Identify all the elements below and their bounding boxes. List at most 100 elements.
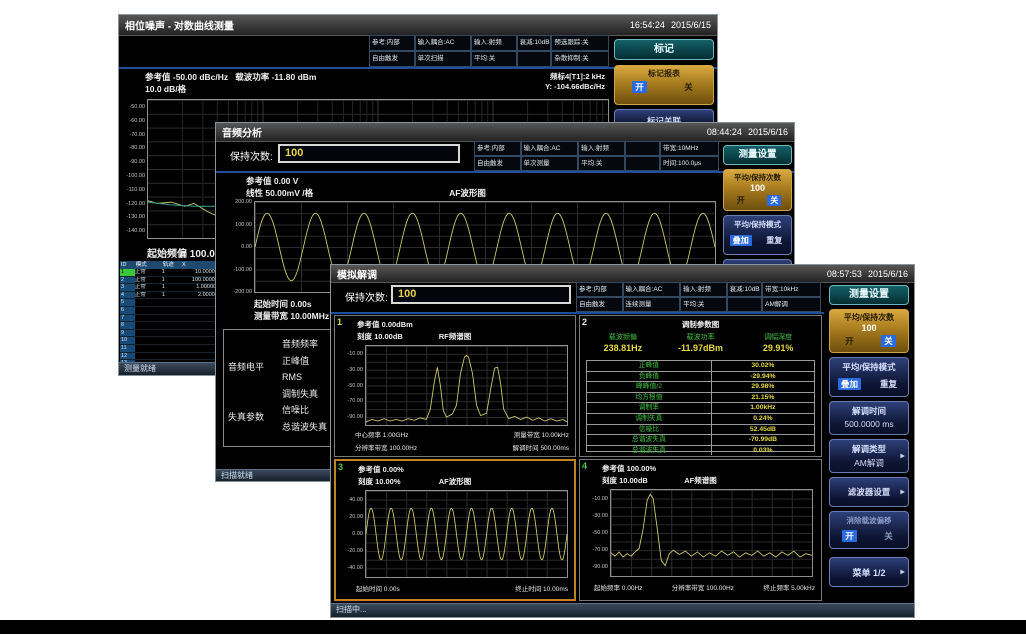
menu-header-measure-setup[interactable]: 测量设置 — [829, 285, 909, 305]
marker-row-cell — [135, 330, 162, 337]
status-cell: 参考:内部 — [369, 35, 415, 51]
menu-header-label: 测量设置 — [830, 286, 908, 304]
param-row-cell: -70.99dB — [712, 435, 814, 445]
marker-row-cell: 10 — [120, 337, 135, 344]
marker-row-cell: 正常 — [135, 269, 162, 276]
status-cell: 参考:内部 — [576, 282, 623, 297]
y-tick-label: 40.00 — [349, 497, 363, 503]
param-row: 调制失真0.24% — [587, 413, 814, 424]
param-row-cell: 信噪比 — [587, 425, 712, 435]
y-tick-label: -120.00 — [126, 201, 145, 207]
menu-header-marker[interactable]: 标记 — [614, 39, 714, 60]
result-item: 音频频率 — [282, 336, 327, 353]
titlebar-demod[interactable]: 模拟解调 08:57:532015/6/16 — [331, 265, 914, 283]
button-label: 滤波器设置 — [830, 478, 908, 498]
panel-number: 1 — [337, 317, 342, 327]
filter-settings-button[interactable]: 滤波器设置 ▶ — [829, 477, 909, 507]
mode-overlay[interactable]: 叠加 — [838, 378, 861, 390]
status-cell: 输入耦合:AC — [415, 35, 471, 51]
toggle-on[interactable]: 开 — [842, 335, 857, 347]
hold-count-label: 保持次数: — [230, 148, 273, 163]
param-row-cell: 0.03% — [712, 446, 814, 456]
y-tick-label: -130.00 — [126, 214, 145, 220]
marker-row-cell — [135, 345, 162, 352]
y-tick-label: -60.00 — [129, 118, 145, 124]
y-tick-label: -70.00 — [592, 547, 608, 553]
titlebar-audio[interactable]: 音频分析 08:44:242015/6/16 — [216, 123, 794, 142]
panel-rf-spectrum[interactable]: 1 参考值 0.00dBm 刻度 10.00dB RF频谱图 -10.00-30… — [334, 315, 576, 457]
titlebar-phase-noise[interactable]: 相位噪声 - 对数曲线测量 16:54:242015/6/15 — [119, 15, 717, 36]
reference-readout: 参考值 0.00% — [358, 464, 404, 475]
summary-col-cell: -11.97dBm — [662, 342, 740, 353]
avg-hold-mode-button[interactable]: 平均/保持模式 叠加重复 — [829, 357, 909, 397]
status-cell: 带宽:10kHz — [762, 282, 821, 297]
carrier-power-readout: 载波功率 -11.80 dBm — [235, 72, 316, 82]
param-row: 总谐波失真-70.99dB — [587, 434, 814, 445]
marker-row-cell — [135, 322, 162, 329]
param-row: 均方根值21.15% — [587, 392, 814, 403]
toggle-off[interactable]: 关 — [881, 530, 896, 542]
param-row-cell: 峰峰值/2 — [587, 382, 712, 392]
hold-count-input[interactable]: 100 — [391, 285, 571, 304]
status-cell: 平均:关 — [471, 51, 517, 67]
date-text: 2015/6/16 — [748, 127, 788, 137]
result-item: 调制失真 — [282, 386, 327, 403]
mode-repeat[interactable]: 重复 — [763, 235, 785, 246]
carrier-offset-button[interactable]: 消除载波偏移 开关 — [829, 511, 909, 549]
window-title: 模拟解调 — [337, 266, 377, 281]
menu-page-button[interactable]: 菜单 1/2 ▶ — [829, 557, 909, 587]
toggle-off[interactable]: 关 — [681, 81, 696, 93]
date-text: 2015/6/15 — [671, 20, 711, 30]
marker-row-cell: 6 — [120, 307, 135, 314]
clock: 08:44:242015/6/16 — [701, 127, 788, 137]
stop-freq-label: 终止频率 5.00kHz — [763, 582, 815, 592]
reference-readout: 参考值 0.00 V — [246, 175, 298, 187]
status-cell: 输入耦合:AC — [521, 141, 579, 156]
panel-af-waveform[interactable]: 3 参考值 0.00% 刻度 10.00% AF波形图 40.0020.000.… — [334, 459, 576, 601]
avg-hold-count-button[interactable]: 平均/保持次数 100 开 关 — [829, 309, 909, 353]
avg-hold-count-button[interactable]: 平均/保持次数 100 开关 — [723, 169, 792, 211]
window-analog-demod: 模拟解调 08:57:532015/6/16 保持次数: 100 参考:内部输入… — [330, 264, 915, 618]
toggle-off[interactable]: 关 — [881, 335, 896, 347]
start-freq-label: 起始频率 0.00Hz — [594, 582, 642, 592]
y-tick-label: -100.00 — [233, 267, 252, 273]
panel-number: 4 — [582, 461, 587, 471]
marker-report-button[interactable]: 标记报表 开关 — [614, 65, 714, 105]
mode-overlay[interactable]: 叠加 — [730, 235, 752, 246]
param-row-cell: 调制率 — [587, 403, 712, 413]
marker-row-cell: 11 — [120, 345, 135, 352]
status-cell — [625, 141, 661, 156]
toggle-on[interactable]: 开 — [734, 195, 748, 206]
panel-mod-params[interactable]: 2 调制参数图 载波频偏238.81Hz载波功率-11.97dBm调幅深度29.… — [579, 315, 822, 457]
avg-hold-mode-button[interactable]: 平均/保持模式 叠加重复 — [723, 215, 792, 255]
start-time-label: 起始时间 0.00s — [254, 298, 312, 310]
toggle-on[interactable]: 开 — [842, 530, 857, 542]
toggle-on[interactable]: 开 — [632, 81, 647, 93]
button-label: 平均/保持次数 — [830, 310, 908, 323]
toggle-off[interactable]: 关 — [767, 195, 781, 206]
panel-number: 3 — [338, 462, 343, 472]
marker-header-cell: 模式 — [135, 261, 162, 269]
status-cell — [625, 156, 661, 171]
marker-row-cell: 3 — [120, 284, 135, 291]
marker-row-cell: 4 — [120, 292, 135, 299]
marker-row-cell — [162, 315, 181, 322]
status-cell: 带宽:10MHz — [660, 141, 719, 156]
panel-af-spectrum[interactable]: 4 参考值 100.00% 刻度 10.00dB AF频谱图 -10.00-30… — [579, 459, 822, 601]
summary-col-cell: 载波频偏 — [584, 332, 662, 342]
demod-time-button[interactable]: 解调时间 500.0000 ms — [829, 401, 909, 435]
hold-count-input[interactable]: 100 — [278, 144, 460, 163]
demod-type-button[interactable]: 解调类型 AM解调 ▶ — [829, 439, 909, 473]
button-value: 100 — [830, 323, 908, 333]
status-cell: 单次扫描 — [415, 51, 471, 67]
time-text: 16:54:24 — [630, 20, 665, 30]
param-row-cell: 负峰值 — [587, 372, 712, 382]
mode-repeat[interactable]: 重复 — [877, 378, 900, 390]
marker-row-cell — [162, 353, 181, 360]
status-cell: 平均:关 — [680, 297, 727, 312]
status-grid: 参考:内部输入耦合:AC输入:射频带宽:10MHz自由触发单次测量平均:关时间:… — [474, 141, 719, 171]
y-tick-label: -50.00 — [129, 104, 145, 110]
menu-header-measure-setup[interactable]: 测量设置 — [723, 145, 792, 165]
status-cell: 时间:100.0μs — [660, 156, 719, 171]
result-item: 正峰值 — [282, 353, 327, 370]
